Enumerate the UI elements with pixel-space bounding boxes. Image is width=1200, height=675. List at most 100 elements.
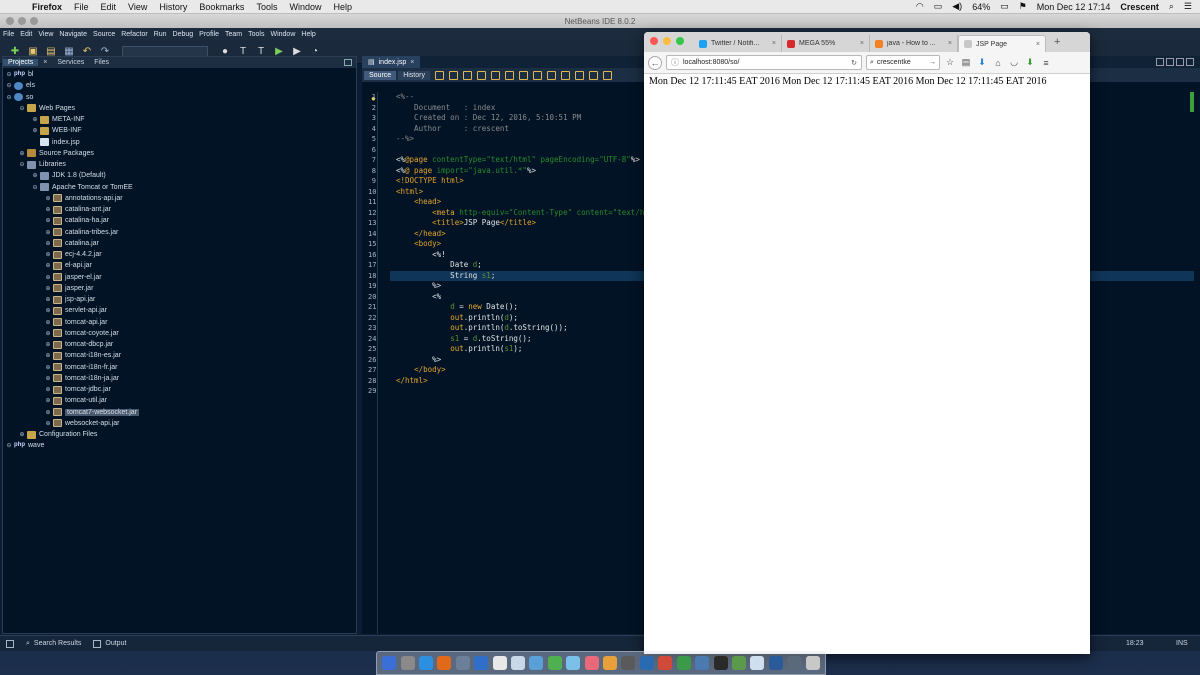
tree-node[interactable]: ⊖ Apache Tomcat or TomEE [3,182,356,193]
tree-node[interactable]: ⊕ META-INF [3,114,356,125]
hamburger-menu-icon[interactable]: ≡ [1040,57,1052,69]
find-selection-icon[interactable] [476,70,486,80]
tab-projects-close-icon[interactable]: × [38,59,52,66]
search-bar[interactable]: ⌕ crescentke → [866,55,940,70]
tree-node[interactable]: ⊕ el-api.jar [3,260,356,271]
next-bookmark-icon[interactable] [560,70,570,80]
expand-toggle-icon[interactable]: ⊕ [44,330,52,337]
source-view-button[interactable]: Source [364,70,397,80]
expand-toggle-icon[interactable]: ⊕ [44,375,52,382]
tree-node[interactable]: ⊕ Source Packages [3,148,356,159]
nb-menu-window[interactable]: Window [267,31,298,38]
close-tab-icon[interactable]: × [772,40,776,47]
back-button[interactable]: ← [648,55,662,70]
menubar-file[interactable]: File [68,2,95,12]
dock-app-icon[interactable] [547,656,562,670]
tree-node[interactable]: ⊕ tomcat-i18n-fr.jar [3,362,356,373]
dock-app-icon[interactable] [750,656,765,670]
menubar-window[interactable]: Window [283,2,327,12]
dock-app-icon[interactable] [474,656,489,670]
tab-files[interactable]: Files [89,59,114,66]
tree-node[interactable]: ⊕ tomcat-util.jar [3,395,356,406]
comment-icon[interactable] [602,70,612,80]
tree-node[interactable]: ⊕ tomcat-coyote.jar [3,328,356,339]
dock-app-icon[interactable] [603,656,618,670]
forward-icon[interactable] [462,70,472,80]
close-tab-icon[interactable]: × [860,40,864,47]
notification-center-icon[interactable]: ☰ [1184,1,1192,12]
find-previous-icon[interactable] [490,70,500,80]
tab-stackoverflow[interactable]: java - How to ... × [870,35,958,52]
scroll-left-icon[interactable] [1156,58,1164,66]
tab-services[interactable]: Services [52,59,89,66]
tree-node[interactable]: ⊖ Web Pages [3,103,356,114]
history-view-button[interactable]: History [398,70,430,80]
expand-toggle-icon[interactable]: ⊕ [44,195,52,202]
firefox-zoom-button[interactable] [676,37,684,45]
dock-app-icon[interactable] [658,656,673,670]
dock-app-icon[interactable] [695,656,710,670]
dock-app-icon[interactable] [419,656,434,670]
maximize-icon[interactable] [1186,58,1194,66]
scroll-right-icon[interactable] [1166,58,1174,66]
dock-app-icon[interactable] [511,656,526,670]
expand-toggle-icon[interactable]: ⊕ [44,285,52,292]
site-info-icon[interactable]: ⓘ [671,57,679,68]
spotlight-icon[interactable]: ⌕ [1169,1,1174,12]
tree-node[interactable]: ⊕ annotations-api.jar [3,193,356,204]
dock-app-icon[interactable] [584,656,599,670]
expand-toggle-icon[interactable]: ⊕ [44,240,52,247]
nb-menu-help[interactable]: Help [298,31,318,38]
expand-toggle-icon[interactable]: ⊕ [44,274,52,281]
firefox-minimize-button[interactable] [663,37,671,45]
tree-node[interactable]: ⊕ catalina.jar [3,238,356,249]
tree-node[interactable]: ⊕ tomcat-jdbc.jar [3,384,356,395]
nb-menu-profile[interactable]: Profile [196,31,222,38]
nb-menu-view[interactable]: View [35,31,56,38]
tree-node[interactable]: ⊕ jasper-el.jar [3,272,356,283]
dock-app-icon[interactable] [768,656,783,670]
menubar-tools[interactable]: Tools [250,2,283,12]
expand-toggle-icon[interactable]: ⊕ [44,364,52,371]
collapse-toggle-icon[interactable]: ⊖ [18,105,26,112]
collapse-toggle-icon[interactable]: ⊖ [5,442,13,449]
dock-app-icon[interactable] [400,656,415,670]
dock-app-icon[interactable] [455,656,470,670]
tree-node[interactable]: ⊕ tomcat7-websocket.jar [3,407,356,418]
expand-toggle-icon[interactable]: ⊕ [18,150,26,157]
toggle-highlight-icon[interactable] [518,70,528,80]
dock-app-icon[interactable] [566,656,581,670]
tab-projects[interactable]: Projects [3,59,39,66]
tree-node[interactable]: ⊕ websocket-api.jar [3,418,356,429]
dock-app-icon[interactable] [639,656,654,670]
expand-toggle-icon[interactable]: ⊕ [44,352,52,359]
addon-download-icon[interactable]: ⬇ [1024,57,1036,69]
tree-node[interactable]: ⊕ tomcat-i18n-es.jar [3,350,356,361]
expand-toggle-icon[interactable]: ⊕ [44,397,52,404]
tab-mega[interactable]: MEGA 55% × [782,35,870,52]
minimize-panel-icon[interactable] [344,59,352,66]
tree-node[interactable]: ⊕ catalina-ant.jar [3,204,356,215]
dock-app-icon[interactable] [529,656,544,670]
tree-node[interactable]: ⊖ els [3,80,356,91]
tree-node[interactable]: ⊕ Configuration Files [3,429,356,440]
tree-node[interactable]: ⊖ php bl [3,69,356,80]
expand-toggle-icon[interactable]: ⊕ [18,431,26,438]
tree-node[interactable]: index.jsp [3,137,356,148]
dock-app-icon[interactable] [437,656,452,670]
dock-app-icon[interactable] [382,656,397,670]
close-tab-icon[interactable]: × [948,40,952,47]
expand-toggle-icon[interactable]: ⊕ [31,172,39,179]
menubar-history[interactable]: History [153,2,193,12]
downloads-icon[interactable]: ⬇ [976,57,988,69]
zoom-window-button[interactable] [30,17,38,25]
expand-toggle-icon[interactable]: ⊕ [44,307,52,314]
nb-menu-run[interactable]: Run [151,31,170,38]
pocket-icon[interactable]: ◡ [1008,57,1020,69]
search-go-icon[interactable]: → [929,59,936,66]
tree-node[interactable]: ⊕ JDK 1.8 (Default) [3,170,356,181]
toggle-bookmark-icon[interactable] [532,70,542,80]
nb-menu-file[interactable]: File [0,31,17,38]
tree-node[interactable]: ⊕ tomcat-i18n-ja.jar [3,373,356,384]
wifi-icon[interactable]: ◠ [916,1,924,12]
